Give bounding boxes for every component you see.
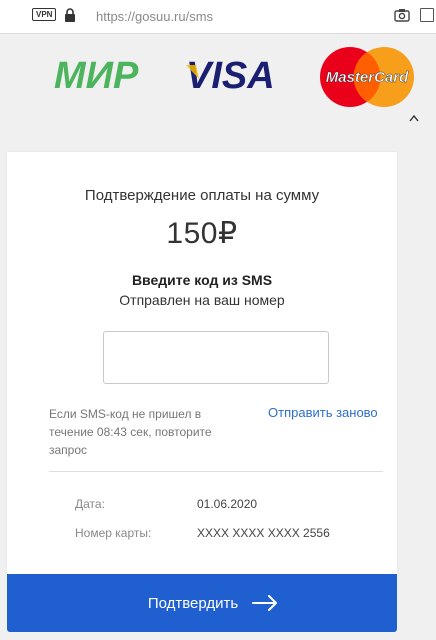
scroll-up-icon[interactable] — [409, 114, 419, 122]
confirm-button[interactable]: Подтвердить — [7, 574, 397, 632]
sms-subtitle: Отправлен на ваш номер — [119, 292, 285, 308]
vpn-badge[interactable]: VPN — [32, 8, 57, 21]
visa-logo-text: VISA — [186, 55, 275, 93]
payment-logos: МИР VISA MasterCard — [0, 35, 436, 115]
mastercard-logo-text: MasterCard — [326, 69, 409, 86]
url-field[interactable]: https://gosuu.ru/sms — [96, 9, 213, 24]
resend-note: Если SMS-код не пришел в течение 08:43 с… — [49, 407, 212, 457]
confirm-title: Подтверждение оплаты на сумму — [84, 187, 320, 204]
visa-logo: VISA — [186, 55, 275, 93]
sms-heading: Введите код из SMS — [131, 272, 273, 288]
payment-card: Подтверждение оплаты на сумму 150₽ Введи… — [7, 152, 397, 574]
resend-link[interactable]: Отправить заново — [268, 405, 378, 420]
checkbox-icon[interactable] — [420, 8, 434, 22]
camera-icon[interactable] — [394, 8, 410, 22]
date-label: Дата: — [75, 497, 105, 511]
address-bar: VPN https://gosuu.ru/sms — [0, 0, 436, 34]
card-number-label: Номер карты: — [75, 526, 152, 540]
mir-logo-text: МИР — [54, 55, 139, 93]
mastercard-logo: MasterCard — [320, 47, 414, 107]
divider — [49, 471, 383, 472]
mir-logo: МИР — [54, 55, 139, 93]
card-number-value: XXXX XXXX XXXX 2556 — [197, 526, 330, 540]
arrow-right-icon — [252, 595, 278, 611]
date-value: 01.06.2020 — [197, 497, 258, 511]
payment-amount: 150₽ — [166, 217, 238, 250]
sms-code-input[interactable] — [103, 331, 329, 384]
confirm-button-label: Подтвердить — [147, 594, 239, 612]
scrollbar[interactable] — [404, 112, 424, 640]
lock-icon — [65, 8, 75, 22]
